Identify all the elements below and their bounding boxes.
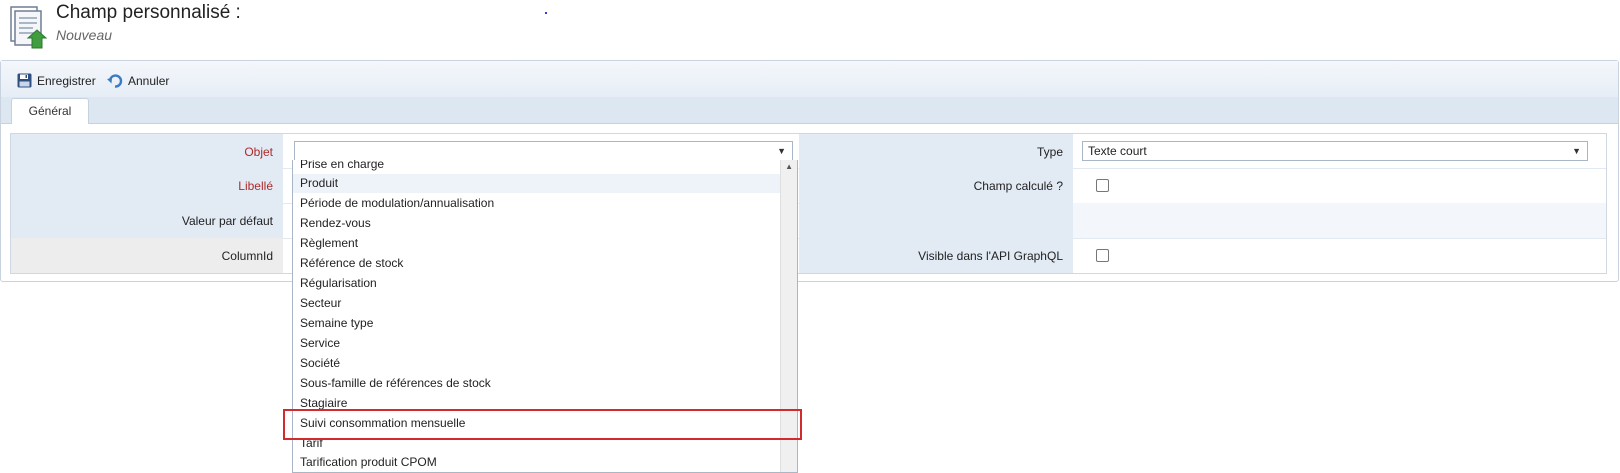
form-grid: Objet ▼ Type Texte court ▼ Libellé Champ… bbox=[10, 133, 1607, 274]
dropdown-option[interactable]: Secteur bbox=[300, 294, 341, 313]
save-label: Enregistrer bbox=[37, 73, 96, 88]
visible-graphql-checkbox[interactable] bbox=[1096, 249, 1109, 262]
empty-label-cell bbox=[799, 203, 1073, 238]
dropdown-option[interactable]: Société bbox=[300, 354, 340, 373]
cancel-button[interactable]: Annuler bbox=[107, 73, 169, 88]
valeur-label: Valeur par défaut bbox=[181, 214, 273, 228]
cancel-label: Annuler bbox=[128, 73, 170, 88]
editor-panel: Enregistrer Annuler Général Objet ▼ Type bbox=[0, 60, 1619, 282]
scroll-up-icon[interactable]: ▲ bbox=[785, 162, 793, 171]
type-select-value: Texte court bbox=[1088, 144, 1147, 158]
floppy-disk-icon bbox=[17, 73, 32, 88]
stray-dot bbox=[545, 12, 547, 14]
page-header: Champ personnalisé : Nouveau bbox=[0, 0, 1620, 60]
dropdown-option[interactable]: Sous-famille de références de stock bbox=[300, 374, 491, 393]
form-row-valeur: Valeur par défaut bbox=[11, 203, 1606, 239]
dropdown-option[interactable]: Rendez-vous bbox=[300, 214, 371, 233]
undo-arrow-icon bbox=[107, 74, 123, 88]
form-row-libelle: Libellé Champ calculé ? bbox=[11, 168, 1606, 204]
type-label: Type bbox=[1036, 145, 1063, 159]
chevron-down-icon: ▼ bbox=[777, 146, 786, 156]
form-row-objet: Objet ▼ Type Texte court ▼ bbox=[11, 134, 1606, 169]
chevron-down-icon: ▼ bbox=[1572, 146, 1581, 156]
form-row-columnid: ColumnId Visible dans l'API GraphQL bbox=[11, 238, 1606, 273]
tab-strip: Général bbox=[1, 97, 1618, 124]
dropdown-option-hovered[interactable]: Produit bbox=[293, 174, 783, 193]
empty-value-cell bbox=[1073, 203, 1606, 238]
champ-calcule-label: Champ calculé ? bbox=[973, 179, 1063, 193]
dropdown-option[interactable]: Semaine type bbox=[300, 314, 373, 333]
toolbar: Enregistrer Annuler bbox=[1, 61, 1618, 97]
document-arrow-icon bbox=[10, 6, 48, 49]
champ-calcule-checkbox[interactable] bbox=[1096, 179, 1109, 192]
visible-label: Visible dans l'API GraphQL bbox=[918, 249, 1063, 263]
dropdown-option[interactable]: Service bbox=[300, 334, 340, 353]
dropdown-option[interactable]: Période de modulation/annualisation bbox=[300, 194, 494, 213]
dropdown-option[interactable]: Prise en charge bbox=[300, 160, 384, 174]
libelle-label: Libellé bbox=[238, 179, 273, 193]
tab-general[interactable]: Général bbox=[11, 98, 89, 124]
dropdown-option[interactable]: Tarification produit CPOM bbox=[300, 453, 437, 472]
dropdown-option[interactable]: Règlement bbox=[300, 234, 358, 253]
type-select[interactable]: Texte court ▼ bbox=[1082, 141, 1588, 161]
dropdown-option[interactable]: Régularisation bbox=[300, 274, 377, 293]
highlight-box bbox=[283, 409, 802, 440]
objet-label: Objet bbox=[244, 145, 273, 159]
page-title: Champ personnalisé : bbox=[56, 2, 241, 23]
columnid-label: ColumnId bbox=[221, 249, 273, 263]
save-button[interactable]: Enregistrer bbox=[17, 73, 96, 88]
page-subtitle: Nouveau bbox=[56, 27, 113, 43]
objet-select[interactable]: ▼ bbox=[294, 141, 793, 161]
dropdown-option[interactable]: Référence de stock bbox=[300, 254, 403, 273]
